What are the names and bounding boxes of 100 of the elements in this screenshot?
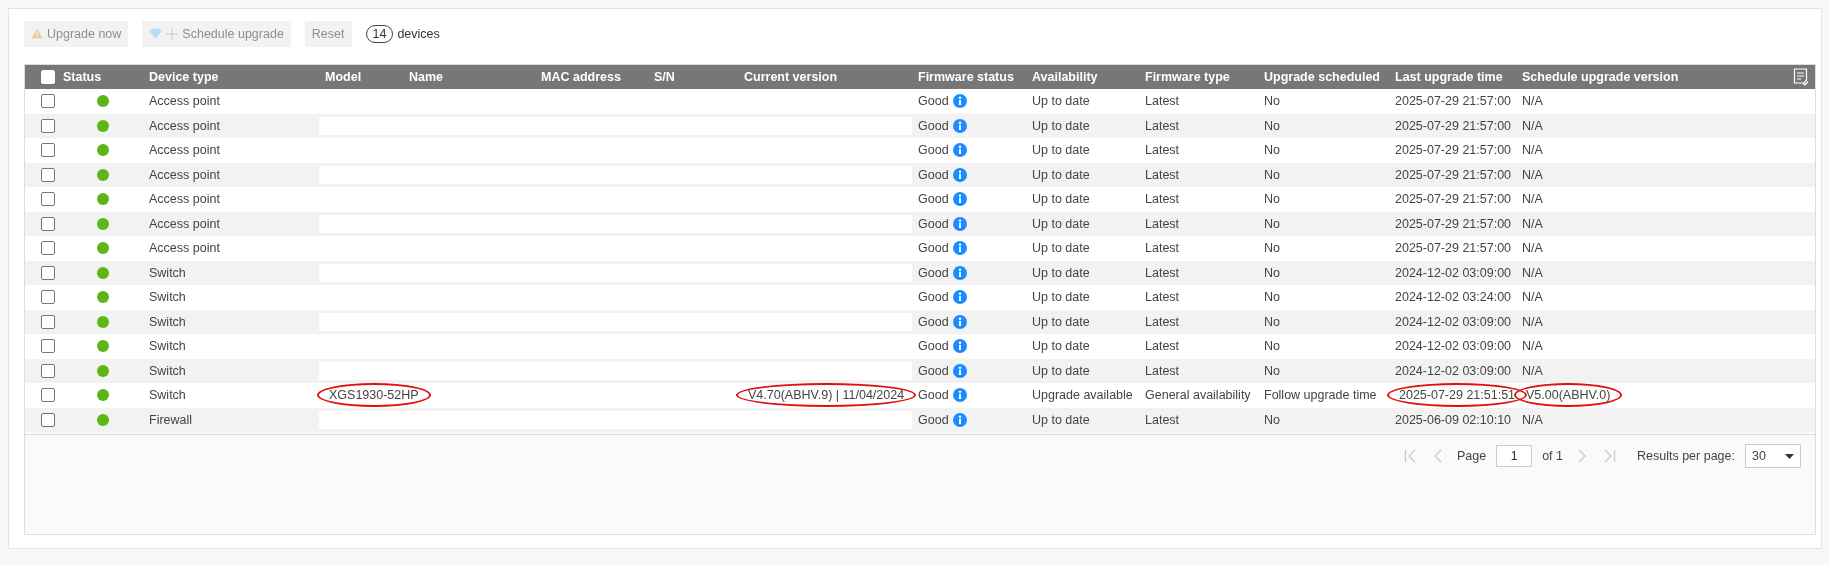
- table-cell: Up to date: [1032, 314, 1090, 329]
- table-cell: Up to date: [1032, 94, 1090, 109]
- warning-icon: [31, 28, 43, 39]
- checkbox[interactable]: [41, 339, 55, 354]
- checkbox[interactable]: [41, 314, 55, 329]
- table-cell: Access point: [149, 94, 220, 109]
- page-field[interactable]: 1: [1496, 445, 1533, 467]
- table-cell: N/A: [1522, 339, 1543, 354]
- table-cell: Firewall: [149, 412, 193, 427]
- checkbox[interactable]: [41, 167, 55, 182]
- table-cell: Latest: [1145, 216, 1180, 231]
- table-cell: N/A: [1522, 167, 1543, 182]
- checkbox[interactable]: [41, 412, 55, 427]
- table-cell: Latest: [1145, 241, 1180, 256]
- info-icon: [952, 265, 967, 280]
- info-icon: [952, 192, 967, 207]
- table-cell: No: [1264, 339, 1280, 354]
- table-cell: Switch: [149, 363, 186, 378]
- table-cell: Up to date: [1032, 412, 1090, 427]
- table-cell: N/A: [1522, 412, 1543, 427]
- table-cell: Access point: [149, 241, 220, 256]
- checkbox[interactable]: [41, 363, 55, 378]
- column-header[interactable]: Device type: [149, 70, 219, 84]
- column-header[interactable]: Schedule upgrade version: [1522, 70, 1679, 84]
- table-cell: Upgrade available: [1032, 388, 1133, 403]
- table-cell: Latest: [1145, 167, 1180, 182]
- table-cell: Access point: [149, 192, 220, 207]
- checkbox[interactable]: [41, 265, 55, 280]
- device-count-label: devices: [397, 26, 440, 41]
- column-header[interactable]: Firmware status: [918, 70, 1014, 84]
- table-cell: XGS1930-52HP: [329, 388, 419, 403]
- table-cell: Switch: [149, 265, 186, 280]
- table-cell: General availability: [1145, 388, 1251, 403]
- column-header[interactable]: Current version: [744, 70, 838, 84]
- info-icon: [952, 216, 967, 231]
- results-per-page-dropdown[interactable]: 30: [1745, 444, 1801, 468]
- checkbox[interactable]: [41, 192, 55, 207]
- info-icon: [952, 167, 967, 182]
- column-header[interactable]: Name: [409, 70, 444, 84]
- last-page-icon: [1604, 449, 1616, 463]
- checkbox[interactable]: [41, 118, 55, 133]
- plus-icon: [166, 27, 179, 40]
- checkbox[interactable]: [41, 290, 55, 305]
- table-cell: 2024-12-02 03:09:00: [1395, 339, 1512, 354]
- diamond-icon: [149, 28, 163, 39]
- table-cell: No: [1264, 412, 1280, 427]
- column-settings-icon: [1793, 68, 1809, 86]
- table-cell: Good: [918, 216, 949, 231]
- column-header[interactable]: Firmware type: [1145, 70, 1230, 84]
- checkbox[interactable]: [41, 216, 55, 231]
- table-cell: Latest: [1145, 290, 1180, 305]
- checkbox[interactable]: [41, 241, 55, 256]
- column-header[interactable]: S/N: [654, 70, 675, 84]
- table-cell: No: [1264, 118, 1280, 133]
- table-cell: Latest: [1145, 143, 1180, 158]
- column-header[interactable]: Upgrade scheduled: [1264, 70, 1380, 84]
- info-icon: [952, 363, 967, 378]
- table-cell: Up to date: [1032, 363, 1090, 378]
- results-per-page-label: Results per page:: [1637, 449, 1735, 463]
- checkbox[interactable]: [41, 94, 55, 109]
- checkbox[interactable]: [41, 388, 55, 403]
- table-cell: 2025-07-29 21:57:00: [1395, 192, 1512, 207]
- table-cell: Up to date: [1032, 241, 1090, 256]
- table-cell: Good: [918, 192, 949, 207]
- table-cell: Up to date: [1032, 118, 1090, 133]
- table-cell: Up to date: [1032, 143, 1090, 158]
- table-cell: 2025-07-29 21:51:51: [1399, 388, 1516, 403]
- table-cell: N/A: [1522, 216, 1543, 231]
- table-cell: Good: [918, 412, 949, 427]
- table-cell: V4.70(ABHV.9) | 11/04/2024: [748, 388, 905, 403]
- table-cell: Latest: [1145, 314, 1180, 329]
- column-header[interactable]: Status: [63, 70, 102, 84]
- column-header[interactable]: MAC address: [541, 70, 621, 84]
- table-cell: Up to date: [1032, 216, 1090, 231]
- column-header[interactable]: Availability: [1032, 70, 1098, 84]
- table-cell: Good: [918, 363, 949, 378]
- table-cell: 2025-07-29 21:57:00: [1395, 241, 1512, 256]
- table-cell: 2025-07-29 21:57:00: [1395, 167, 1512, 182]
- table-cell: N/A: [1522, 363, 1543, 378]
- page-count: of 1: [1542, 449, 1563, 463]
- table-cell: Access point: [149, 216, 220, 231]
- info-icon: [952, 290, 967, 305]
- checkbox[interactable]: [41, 143, 55, 158]
- table-cell: Good: [918, 118, 949, 133]
- info-icon: [952, 118, 967, 133]
- table-cell: 2025-07-29 21:57:00: [1395, 94, 1512, 109]
- column-header[interactable]: Model: [325, 70, 362, 84]
- column-header[interactable]: Last upgrade time: [1395, 70, 1503, 84]
- table-cell: Latest: [1145, 265, 1180, 280]
- table-cell: No: [1264, 314, 1280, 329]
- table-cell: 2025-07-29 21:57:00: [1395, 143, 1512, 158]
- table-cell: No: [1264, 94, 1280, 109]
- table-cell: Good: [918, 290, 949, 305]
- table-cell: 2024-12-02 03:09:00: [1395, 265, 1512, 280]
- table-cell: Up to date: [1032, 290, 1090, 305]
- info-icon: [952, 314, 967, 329]
- table-cell: No: [1264, 290, 1280, 305]
- table-cell: Good: [918, 241, 949, 256]
- table-cell: Up to date: [1032, 167, 1090, 182]
- table-cell: Good: [918, 167, 949, 182]
